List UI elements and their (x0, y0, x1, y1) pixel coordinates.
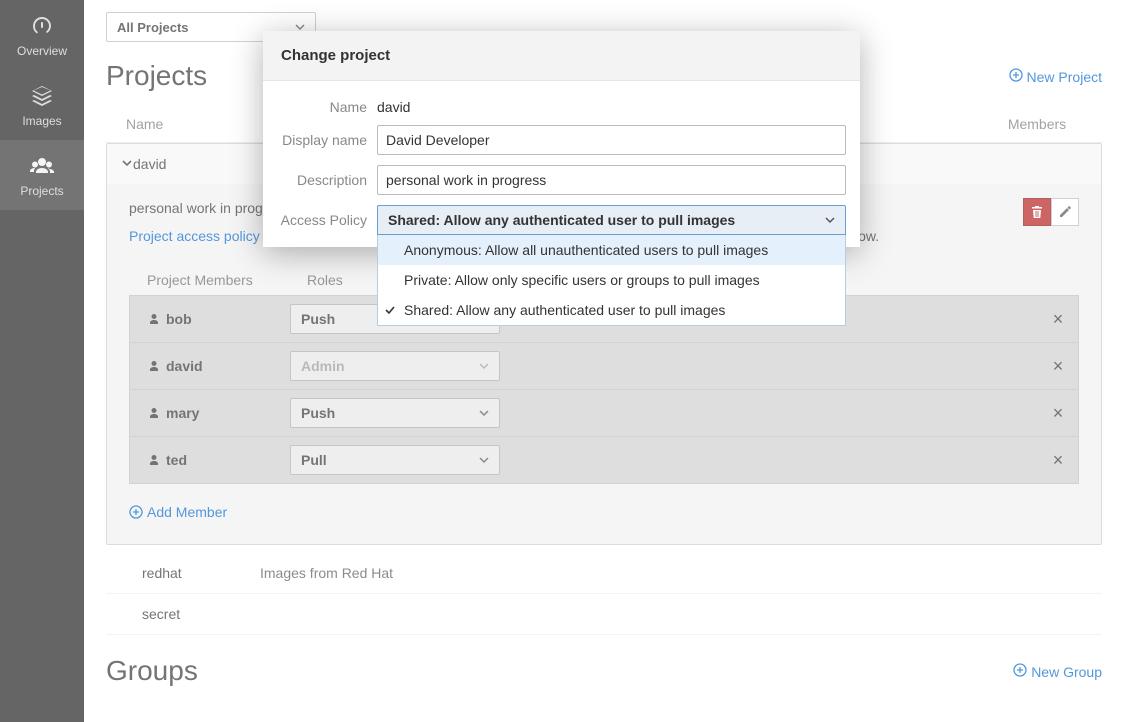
label-display-name: Display name (277, 132, 377, 148)
access-policy-select[interactable]: Shared: Allow any authenticated user to … (377, 205, 846, 235)
change-project-modal: Change project Name david Display name D… (263, 31, 860, 247)
label-access-policy: Access Policy (277, 212, 377, 228)
access-policy-option[interactable]: Private: Allow only specific users or gr… (378, 265, 845, 295)
chevron-down-icon (825, 215, 835, 225)
access-policy-option[interactable]: Shared: Allow any authenticated user to … (378, 295, 845, 325)
access-policy-selected-value: Shared: Allow any authenticated user to … (388, 212, 735, 228)
display-name-input[interactable] (377, 125, 846, 155)
value-name: david (377, 99, 846, 115)
label-name: Name (277, 99, 377, 115)
access-policy-options: Anonymous: Allow all unauthenticated use… (377, 235, 846, 326)
label-description: Description (277, 172, 377, 188)
check-icon (384, 303, 396, 319)
description-input[interactable] (377, 165, 846, 195)
modal-title: Change project (263, 31, 860, 81)
access-policy-option[interactable]: Anonymous: Allow all unauthenticated use… (378, 235, 845, 265)
